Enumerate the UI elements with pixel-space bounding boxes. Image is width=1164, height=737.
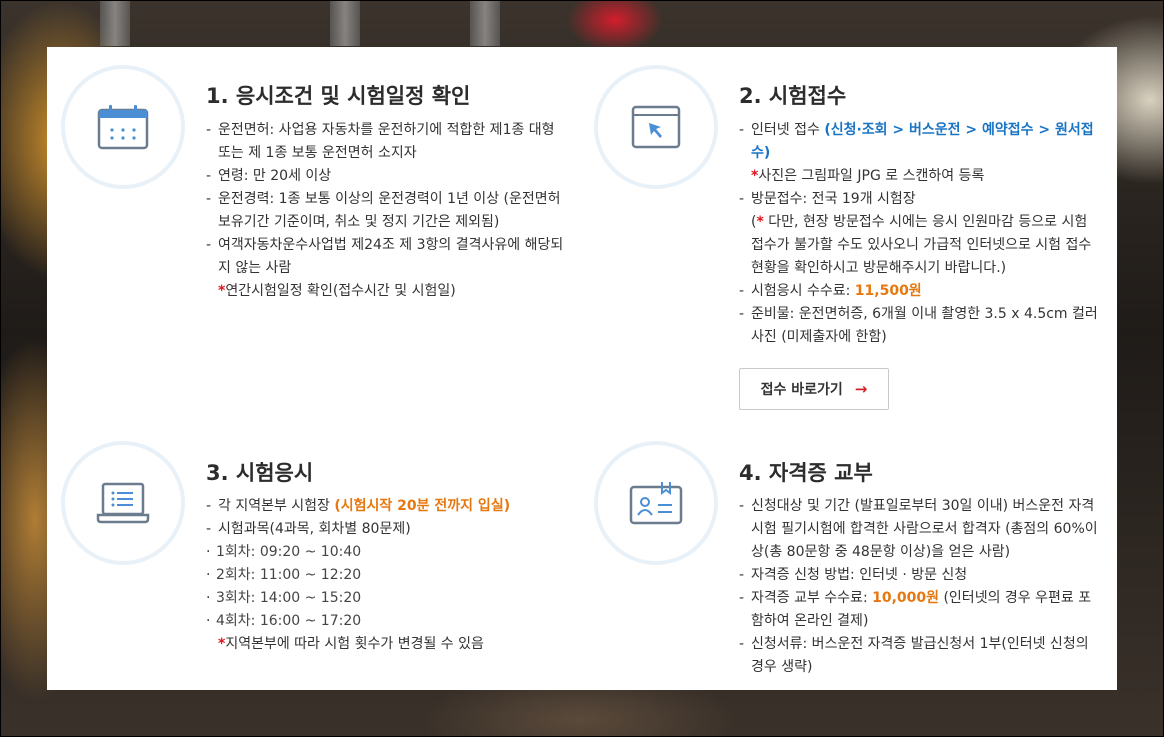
exam-steps-panel: 1. 응시조건 및 시험일정 확인 운전면허: 사업용 자동차를 운전하기에 적… bbox=[47, 47, 1117, 690]
step-2-title: 2. 시험접수 bbox=[739, 84, 847, 108]
step-4-icon-circle bbox=[594, 441, 718, 565]
step-3-icon-circle bbox=[61, 441, 185, 565]
step-4-title: 4. 자격증 교부 bbox=[739, 461, 873, 485]
fee-value: 11,500원 bbox=[854, 283, 922, 299]
list-item: 운전경력: 1종 보통 이상의 운전경력이 1년 이상 (운전면허 보유기간 기… bbox=[206, 188, 566, 234]
laptop-list-icon bbox=[96, 482, 150, 524]
cursor-window-icon bbox=[631, 105, 681, 149]
list-item: 여객자동차운수사업법 제24조 제 3항의 결격사유에 해당되지 않는 사람 bbox=[206, 234, 566, 280]
fee-item: 자격증 교부 수수료: 10,000원 (인터넷의 경우 우편료 포함하여 온라… bbox=[739, 587, 1099, 633]
session-note: *지역본부에 따라 시험 횟수가 변경될 수 있음 bbox=[218, 636, 484, 652]
list-item: 운전면허: 사업용 자동차를 운전하기에 적합한 제1종 대형 또는 제 1종 … bbox=[206, 119, 566, 165]
method-item: 자격증 신청 방법: 인터넷 · 방문 신청 bbox=[739, 564, 1099, 587]
background-stripe bbox=[470, 0, 500, 46]
docs-item: 신청서류: 버스운전 자격증 발급신청서 1부(인터넷 신청의 경우 생략) bbox=[739, 633, 1099, 679]
visit-apply-item: 방문접수: 전국 19개 시험장(* 다만, 현장 방문접수 시에는 응시 인원… bbox=[739, 188, 1099, 280]
target-item: 신청대상 및 기간 (발표일로부터 30일 이내) 버스운전 자격시험 필기시험… bbox=[739, 495, 1099, 564]
step-3-title: 3. 시험응시 bbox=[206, 461, 314, 485]
venue-item: 각 지역본부 시험장 (시험시작 20분 전까지 입실) bbox=[206, 495, 566, 518]
session-item: 4회차: 16:00 ~ 17:20 bbox=[206, 610, 566, 633]
apply-shortcut-button[interactable]: 접수 바로가기 → bbox=[739, 368, 889, 410]
fee-value: 10,000원 bbox=[872, 590, 940, 606]
step-2-icon-circle bbox=[594, 65, 718, 189]
step-3-list: 각 지역본부 시험장 (시험시작 20분 전까지 입실) 시험과목(4과목, 회… bbox=[206, 495, 566, 656]
arrow-right-icon: → bbox=[854, 380, 868, 398]
step-1-list: 운전면허: 사업용 자동차를 운전하기에 적합한 제1종 대형 또는 제 1종 … bbox=[206, 119, 566, 303]
prep-item: 준비물: 운전면허증, 6개월 이내 촬영한 3.5 x 4.5cm 컬러사진 … bbox=[739, 303, 1099, 349]
calendar-icon bbox=[97, 105, 149, 150]
background-stripe bbox=[330, 0, 360, 46]
fee-item: 시험응시 수수료: 11,500원 bbox=[739, 280, 1099, 303]
session-item: 2회차: 11:00 ~ 12:20 bbox=[206, 564, 566, 587]
step-2-list: 인터넷 접수 (신청·조회 > 버스운전 > 예약접수 > 원서접수)*사진은 … bbox=[739, 119, 1099, 349]
id-card-icon bbox=[629, 482, 683, 525]
internet-apply-item: 인터넷 접수 (신청·조회 > 버스운전 > 예약접수 > 원서접수)*사진은 … bbox=[739, 119, 1099, 188]
step-1-title: 1. 응시조건 및 시험일정 확인 bbox=[206, 84, 471, 108]
session-item: 1회차: 09:20 ~ 10:40 bbox=[206, 541, 566, 564]
schedule-note[interactable]: *연간시험일정 확인(접수시간 및 시험일) bbox=[206, 280, 566, 303]
background-stripe bbox=[100, 0, 130, 46]
subjects-item: 시험과목(4과목, 회차별 80문제) bbox=[206, 518, 566, 541]
session-item: 3회차: 14:00 ~ 15:20 bbox=[206, 587, 566, 610]
list-item: 연령: 만 20세 이상 bbox=[206, 165, 566, 188]
step-1-icon-circle bbox=[61, 65, 185, 189]
step-4-list: 신청대상 및 기간 (발표일로부터 30일 이내) 버스운전 자격시험 필기시험… bbox=[739, 495, 1099, 679]
